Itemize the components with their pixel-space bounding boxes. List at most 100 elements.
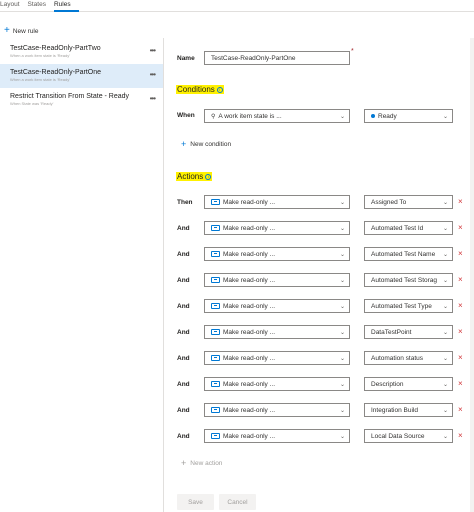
action-type-dropdown[interactable]: Make read-only ... ⌄: [204, 403, 350, 417]
action-type-dropdown[interactable]: Make read-only ... ⌄: [204, 299, 350, 313]
rule-item-selected[interactable]: TestCase-ReadOnly-PartOne When a work it…: [0, 64, 163, 88]
chevron-down-icon: ⌄: [442, 382, 448, 388]
tab-rules[interactable]: Rules: [53, 0, 79, 12]
action-connector: And: [177, 251, 190, 258]
save-button[interactable]: Save: [177, 494, 214, 510]
chevron-down-icon: ⌄: [442, 278, 448, 284]
action-connector: And: [177, 381, 190, 388]
action-field-dropdown[interactable]: Local Data Source ⌄: [364, 429, 453, 443]
tab-layout[interactable]: Layout: [0, 0, 28, 12]
condition-field-value: A work item state is ...: [218, 112, 282, 120]
action-field-dropdown[interactable]: Automated Test Name ⌄: [364, 247, 453, 261]
action-field-dropdown[interactable]: Automation status ⌄: [364, 351, 453, 365]
conditions-heading: Conditions i: [176, 85, 224, 94]
new-condition-label: New condition: [190, 140, 232, 148]
condition-value-dropdown[interactable]: Ready ⌄: [364, 109, 453, 123]
delete-action-icon[interactable]: ×: [458, 353, 463, 362]
condition-value: Ready: [378, 112, 397, 120]
delete-action-icon[interactable]: ×: [458, 327, 463, 336]
info-icon[interactable]: i: [216, 87, 223, 93]
rule-title: TestCase-ReadOnly-PartTwo: [10, 45, 101, 52]
action-icon: [211, 251, 220, 257]
action-field-value: Assigned To: [371, 198, 407, 206]
name-label: Name: [177, 55, 195, 62]
rule-item[interactable]: Restrict Transition From State - Ready W…: [0, 88, 163, 112]
delete-action-icon[interactable]: ×: [458, 301, 463, 310]
action-type-dropdown[interactable]: Make read-only ... ⌄: [204, 351, 350, 365]
action-field-value: Automated Test Name: [371, 250, 436, 258]
chevron-down-icon: ⌄: [339, 200, 345, 206]
action-type-dropdown[interactable]: Make read-only ... ⌄: [204, 247, 350, 261]
delete-action-icon[interactable]: ×: [458, 197, 463, 206]
action-field-dropdown[interactable]: Automated Test Id ⌄: [364, 221, 453, 235]
action-field-dropdown[interactable]: DataTestPoint ⌄: [364, 325, 453, 339]
action-connector: And: [177, 355, 190, 362]
action-type-dropdown[interactable]: Make read-only ... ⌄: [204, 377, 350, 391]
tab-states[interactable]: States: [28, 0, 54, 12]
action-type-value: Make read-only ...: [223, 380, 276, 388]
new-condition-button[interactable]: + New condition: [181, 139, 231, 149]
chevron-down-icon: ⌄: [442, 114, 448, 120]
action-connector: And: [177, 277, 190, 284]
delete-action-icon[interactable]: ×: [458, 275, 463, 284]
more-icon[interactable]: •••: [150, 70, 156, 79]
chevron-down-icon: ⌄: [339, 304, 345, 310]
chevron-down-icon: ⌄: [339, 408, 345, 414]
action-icon: [211, 407, 220, 413]
delete-action-icon[interactable]: ×: [458, 405, 463, 414]
chevron-down-icon: ⌄: [339, 278, 345, 284]
chevron-down-icon: ⌄: [442, 252, 448, 258]
rules-list: TestCase-ReadOnly-PartTwo When a work it…: [0, 38, 164, 512]
info-icon[interactable]: i: [205, 174, 212, 180]
action-field-dropdown[interactable]: Integration Build ⌄: [364, 403, 453, 417]
action-field-value: Automated Test Id: [371, 224, 424, 232]
action-type-value: Make read-only ...: [223, 198, 276, 206]
chevron-down-icon: ⌄: [339, 330, 345, 336]
action-type-dropdown[interactable]: Make read-only ... ⌄: [204, 273, 350, 287]
action-type-value: Make read-only ...: [223, 354, 276, 362]
chevron-down-icon: ⌄: [442, 200, 448, 206]
action-type-dropdown[interactable]: Make read-only ... ⌄: [204, 221, 350, 235]
rule-title: TestCase-ReadOnly-PartOne: [10, 69, 102, 76]
delete-action-icon[interactable]: ×: [458, 431, 463, 440]
chevron-down-icon: ⌄: [442, 434, 448, 440]
cancel-button[interactable]: Cancel: [219, 494, 256, 510]
rule-subtitle: When a work item state is 'Ready': [10, 53, 70, 58]
action-icon: [211, 225, 220, 231]
delete-action-icon[interactable]: ×: [458, 379, 463, 388]
chevron-down-icon: ⌄: [442, 408, 448, 414]
more-icon[interactable]: •••: [150, 46, 156, 55]
action-icon: [211, 277, 220, 283]
new-rule-label: New rule: [12, 27, 39, 35]
scrollbar[interactable]: [470, 38, 474, 512]
rule-title: Restrict Transition From State - Ready: [10, 93, 130, 100]
plus-icon: +: [181, 458, 187, 468]
action-type-dropdown[interactable]: Make read-only ... ⌄: [204, 195, 350, 209]
name-input[interactable]: TestCase-ReadOnly-PartOne: [204, 51, 350, 65]
new-rule-button[interactable]: + New rule: [0, 24, 39, 38]
action-field-dropdown[interactable]: Assigned To ⌄: [364, 195, 453, 209]
rule-subtitle: When State was 'Ready': [10, 101, 54, 106]
action-type-dropdown[interactable]: Make read-only ... ⌄: [204, 325, 350, 339]
actions-heading: Actions i: [176, 172, 213, 181]
chevron-down-icon: ⌄: [339, 434, 345, 440]
action-type-dropdown[interactable]: Make read-only ... ⌄: [204, 429, 350, 443]
action-connector: And: [177, 407, 190, 414]
delete-action-icon[interactable]: ×: [458, 223, 463, 232]
more-icon[interactable]: •••: [150, 94, 156, 103]
delete-action-icon[interactable]: ×: [458, 249, 463, 258]
chevron-down-icon: ⌄: [442, 304, 448, 310]
action-field-dropdown[interactable]: Automated Test Storag ⌄: [364, 273, 453, 287]
action-field-dropdown[interactable]: Description ⌄: [364, 377, 453, 391]
plus-icon: +: [4, 25, 10, 36]
chevron-down-icon: ⌄: [442, 356, 448, 362]
action-type-value: Make read-only ...: [223, 406, 276, 414]
new-action-button[interactable]: + New action: [181, 458, 222, 468]
condition-field-dropdown[interactable]: ⚲ A work item state is ... ⌄: [204, 109, 350, 123]
action-connector: Then: [177, 199, 193, 206]
action-field-dropdown[interactable]: Automated Test Type ⌄: [364, 299, 453, 313]
rule-item[interactable]: TestCase-ReadOnly-PartTwo When a work it…: [0, 40, 163, 64]
state-dot-icon: [371, 114, 375, 118]
action-connector: And: [177, 433, 190, 440]
action-connector: And: [177, 303, 190, 310]
